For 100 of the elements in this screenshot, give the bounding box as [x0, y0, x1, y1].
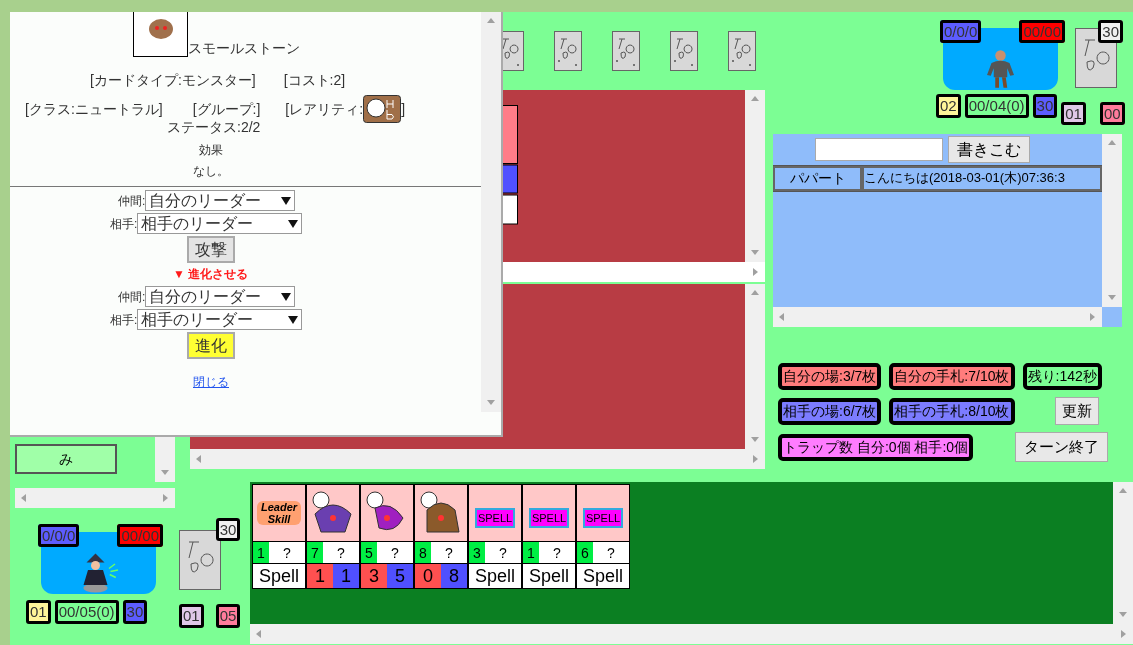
effect-text: なし。 [193, 163, 230, 180]
caret-icon [281, 196, 292, 205]
effect-heading: 効果 [199, 142, 224, 159]
horizontal-scrollbar[interactable] [190, 449, 765, 469]
scroll-up-arrow-icon[interactable] [750, 288, 760, 298]
card-unknown-stat: ? [336, 544, 346, 563]
card-art-label: SPELL [474, 508, 516, 528]
mana-count: 01 [26, 600, 51, 624]
card-back-drawing [612, 31, 640, 71]
card-cost: 5 [361, 542, 377, 563]
grave-count: 01 [179, 604, 204, 628]
hand-count: 00 [1099, 102, 1125, 125]
card-art-label: SPELL [528, 508, 570, 528]
card-type-label: Spell [577, 563, 629, 588]
card-attack: 0 [415, 564, 441, 588]
stone-creature-icon [147, 18, 174, 40]
card-rarity-label: [レアリティ: [285, 99, 364, 119]
status-badge: 自分の場:3/7枚 [778, 363, 882, 390]
hand-card[interactable]: 5 ? 3 5 [360, 484, 414, 589]
card-back-drawing [728, 31, 756, 71]
target-select[interactable]: 自分のリーダー [145, 190, 296, 211]
scroll-up-arrow-icon[interactable] [1118, 486, 1128, 496]
status-badge: 相手の場:6/7枚 [778, 397, 882, 425]
card-art-label: Leader Skill [257, 501, 301, 525]
card-art-label: SPELL [582, 508, 624, 528]
vertical-scrollbar[interactable] [481, 12, 501, 412]
evolve-heading: ▼ 進化させる [173, 266, 250, 283]
scroll-left-arrow-icon[interactable] [777, 312, 787, 322]
card-defense: 5 [387, 564, 413, 588]
grave-count: 01 [1061, 102, 1086, 125]
card-unknown-stat: ? [282, 544, 292, 563]
hand-card[interactable]: 7 ? 1 1 [306, 484, 360, 589]
caret-icon [288, 219, 299, 228]
card-defense: 8 [441, 564, 467, 588]
leader-figure-drawing [984, 48, 1017, 90]
scroll-left-arrow-icon[interactable] [19, 493, 29, 503]
hand-card[interactable]: SPELL 6 ? Spell [576, 484, 630, 589]
hand-card[interactable]: 8 ? 0 8 [414, 484, 468, 589]
deck-count: 30 [1098, 20, 1123, 43]
card-unknown-stat: ? [498, 544, 508, 563]
ally-label: 仲間: [118, 288, 146, 306]
chat-author: パパート [773, 166, 862, 191]
horizontal-scrollbar[interactable] [15, 488, 175, 508]
card-cost: 8 [415, 542, 431, 563]
hand-card[interactable]: Leader Skill 1 ? Spell [252, 484, 306, 589]
deck-drawing[interactable] [1075, 28, 1117, 88]
card-rarity-label-end: ] [401, 99, 405, 119]
post-button[interactable]: 書きこむ [948, 136, 1030, 163]
caret-icon [288, 315, 299, 324]
vertical-scrollbar[interactable] [1113, 482, 1133, 624]
scroll-left-arrow-icon[interactable] [194, 454, 204, 464]
mana-count: 02 [936, 94, 961, 118]
horizontal-scrollbar[interactable] [773, 307, 1102, 327]
vertical-scrollbar[interactable] [745, 284, 765, 449]
target-select[interactable]: 相手のリーダー [137, 213, 303, 234]
scroll-up-arrow-icon[interactable] [486, 16, 496, 26]
card-type: [カードタイプ:モンスター] [90, 71, 256, 90]
card-attack: 3 [361, 564, 387, 588]
target-select[interactable]: 自分のリーダー [145, 286, 296, 307]
life-counter: 30 [122, 600, 148, 624]
status-badge: トラップ数 自分:0個 相手:0個 [778, 433, 974, 461]
vertical-scrollbar[interactable] [745, 90, 765, 262]
scroll-up-arrow-icon[interactable] [1107, 138, 1117, 148]
scroll-left-arrow-icon[interactable] [254, 629, 264, 639]
card-back-drawing [554, 31, 582, 71]
card-cost: [コスト:2] [283, 71, 346, 90]
card-attack: 1 [307, 564, 333, 588]
card-type-label: Spell [469, 563, 521, 588]
leader-life: 00/00 [1019, 20, 1065, 43]
caret-icon [281, 292, 292, 301]
card-class: [クラス:ニュートラル] [25, 99, 163, 119]
refresh-button[interactable]: 更新 [1054, 397, 1099, 425]
rarity-icon [363, 95, 402, 123]
card-cost: 1 [253, 542, 269, 563]
hand-card[interactable]: SPELL 1 ? Spell [522, 484, 576, 589]
scroll-up-arrow-icon[interactable] [750, 94, 760, 104]
card-cost: 6 [577, 542, 593, 563]
foe-label: 相手: [110, 311, 138, 329]
ally-label: 仲間: [118, 192, 146, 210]
horizontal-scrollbar[interactable] [250, 624, 1133, 644]
leader-stats: 0/0/0 [38, 524, 80, 547]
target-select[interactable]: 相手のリーダー [137, 309, 303, 330]
action-button[interactable]: 進化 [187, 332, 235, 359]
leader-stats: 0/0/0 [940, 20, 982, 43]
card-unknown-stat: ? [606, 544, 616, 563]
chat-input[interactable] [815, 138, 943, 161]
action-button[interactable]: 攻撃 [187, 236, 235, 263]
card-cost: 3 [469, 542, 485, 563]
hand-count: 05 [215, 604, 241, 628]
end-turn-button[interactable]: ターン終了 [1015, 432, 1109, 462]
hand-card[interactable]: SPELL 3 ? Spell [468, 484, 522, 589]
room-button[interactable]: み [15, 444, 117, 474]
card-back-drawing [670, 31, 698, 71]
close-link[interactable]: 閉じる [193, 373, 229, 391]
status-badge: 相手の手札:8/10枚 [889, 397, 1015, 425]
card-type-label: Spell [253, 563, 305, 588]
status-badge: 自分の手札:7/10枚 [889, 363, 1015, 390]
card-type-label: Spell [523, 563, 575, 588]
vertical-scrollbar[interactable] [1102, 134, 1122, 307]
card-status: ステータス:2/2 [167, 118, 262, 137]
